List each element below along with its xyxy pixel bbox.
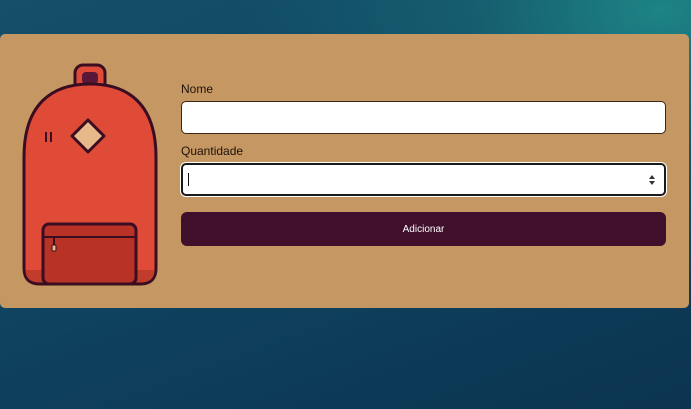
quantity-label: Quantidade: [181, 144, 244, 158]
add-button[interactable]: Adicionar: [181, 212, 666, 246]
item-card: Nome Quantidade Adicionar: [0, 34, 689, 308]
quantity-field[interactable]: [181, 163, 666, 196]
name-label: Nome: [181, 82, 214, 96]
add-item-form: Nome Quantidade Adicionar: [181, 80, 666, 246]
backpack-icon: [22, 63, 158, 286]
spinner-arrows-icon[interactable]: [649, 175, 655, 185]
quantity-input[interactable]: [181, 163, 666, 196]
text-cursor: [188, 173, 189, 186]
name-input[interactable]: [181, 101, 666, 134]
